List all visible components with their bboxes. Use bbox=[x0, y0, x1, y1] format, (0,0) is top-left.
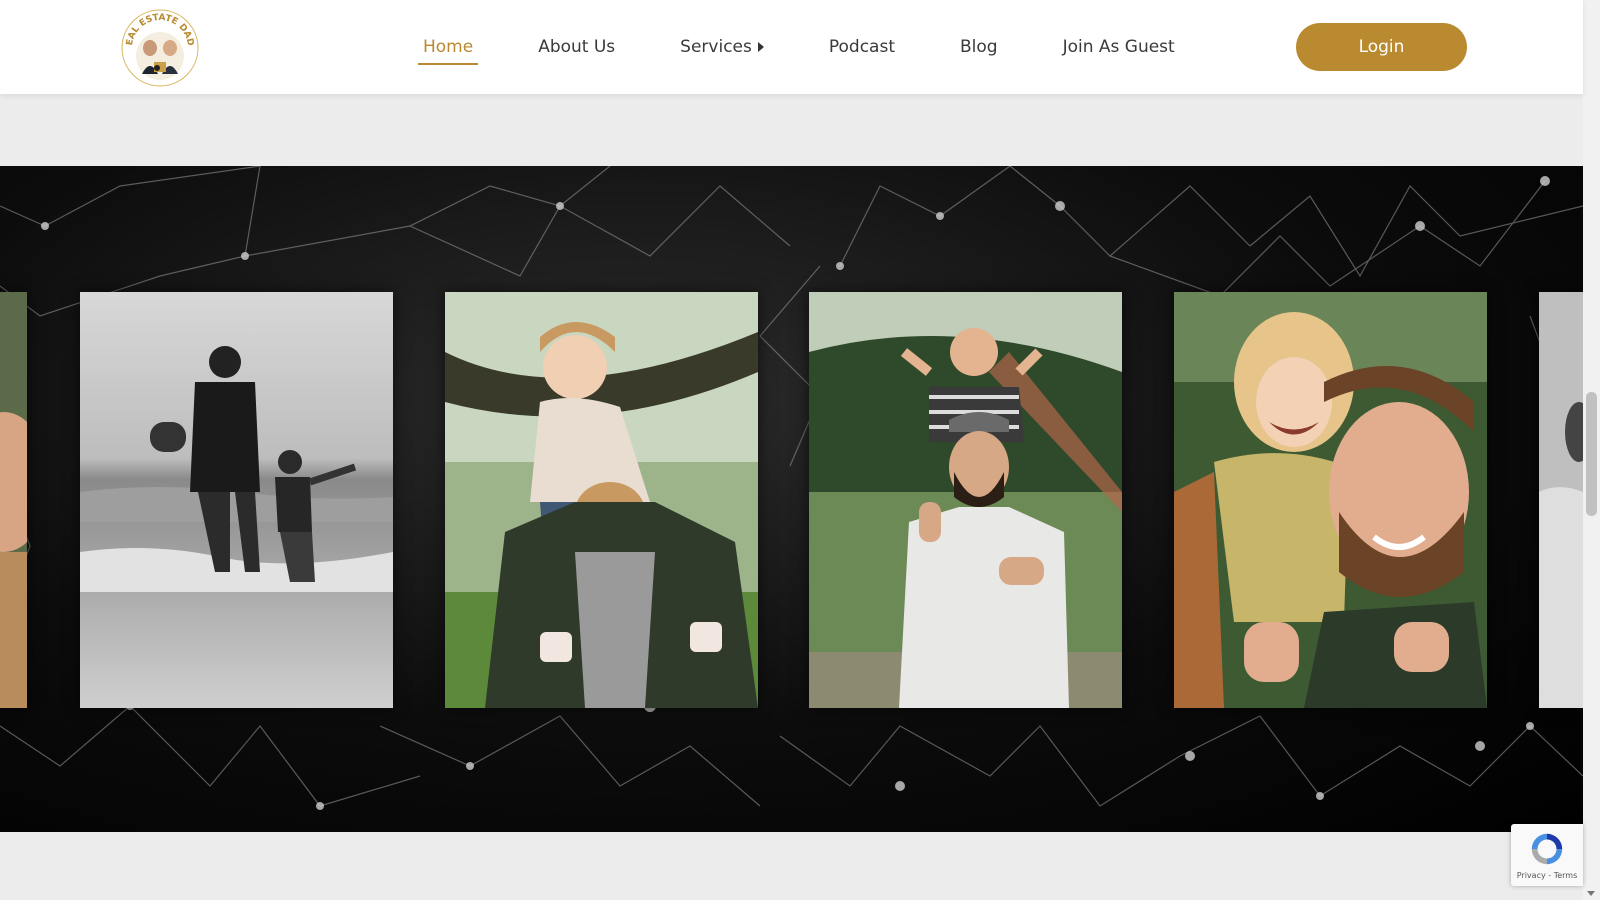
recaptcha-links: Privacy - Terms bbox=[1511, 871, 1583, 880]
photo-image bbox=[1539, 292, 1583, 708]
site-header: REAL ESTATE DADS Home About Us Services bbox=[0, 0, 1583, 94]
nav-podcast-label: Podcast bbox=[828, 37, 895, 57]
nav-home[interactable]: Home bbox=[413, 29, 483, 65]
nav-home-label: Home bbox=[423, 37, 474, 57]
site-logo[interactable]: REAL ESTATE DADS bbox=[120, 8, 200, 88]
gallery-photo-girl-shoulders[interactable] bbox=[445, 292, 758, 708]
photo-image bbox=[80, 292, 393, 708]
nav-join-as-guest[interactable]: Join As Guest bbox=[1053, 29, 1185, 65]
nav-blog-label: Blog bbox=[959, 37, 998, 57]
caret-right-icon bbox=[757, 42, 764, 52]
logo-icon: REAL ESTATE DADS bbox=[120, 8, 199, 87]
photo-image bbox=[445, 292, 758, 708]
recaptcha-privacy-link[interactable]: Privacy bbox=[1517, 871, 1546, 880]
nav-podcast[interactable]: Podcast bbox=[819, 29, 905, 65]
nav-join-as-guest-label: Join As Guest bbox=[1062, 37, 1175, 57]
gallery-photo-partial-left[interactable] bbox=[0, 292, 27, 708]
photo-image bbox=[1174, 292, 1487, 708]
gallery-photo-beach[interactable] bbox=[80, 292, 393, 708]
page: REAL ESTATE DADS Home About Us Services bbox=[0, 0, 1583, 900]
scrollbar-thumb[interactable] bbox=[1586, 392, 1597, 516]
page-scrollbar[interactable] bbox=[1583, 0, 1600, 900]
recaptcha-badge[interactable]: Privacy - Terms bbox=[1511, 824, 1583, 886]
gallery-photo-toddler-smiling[interactable] bbox=[1174, 292, 1487, 708]
nav-about-us-label: About Us bbox=[538, 37, 616, 57]
photo-image bbox=[0, 292, 27, 708]
gallery-photo-boy-thumbs-up[interactable] bbox=[809, 292, 1122, 708]
photo-gallery bbox=[0, 166, 1583, 832]
scroll-down-arrow-icon[interactable] bbox=[1587, 891, 1595, 896]
nav-services-label: Services bbox=[680, 37, 752, 57]
gallery-photo-partial-right[interactable] bbox=[1539, 292, 1583, 708]
recaptcha-icon bbox=[1531, 833, 1563, 865]
login-button[interactable]: Login bbox=[1296, 23, 1467, 71]
nav-services[interactable]: Services bbox=[670, 29, 774, 65]
nav-about-us[interactable]: About Us bbox=[528, 29, 625, 65]
main-nav: Home About Us Services Podcast Blog Join… bbox=[418, 0, 1230, 94]
nav-blog[interactable]: Blog bbox=[950, 29, 1008, 65]
recaptcha-separator: - bbox=[1545, 871, 1554, 880]
recaptcha-terms-link[interactable]: Terms bbox=[1554, 871, 1578, 880]
photo-image bbox=[809, 292, 1122, 708]
